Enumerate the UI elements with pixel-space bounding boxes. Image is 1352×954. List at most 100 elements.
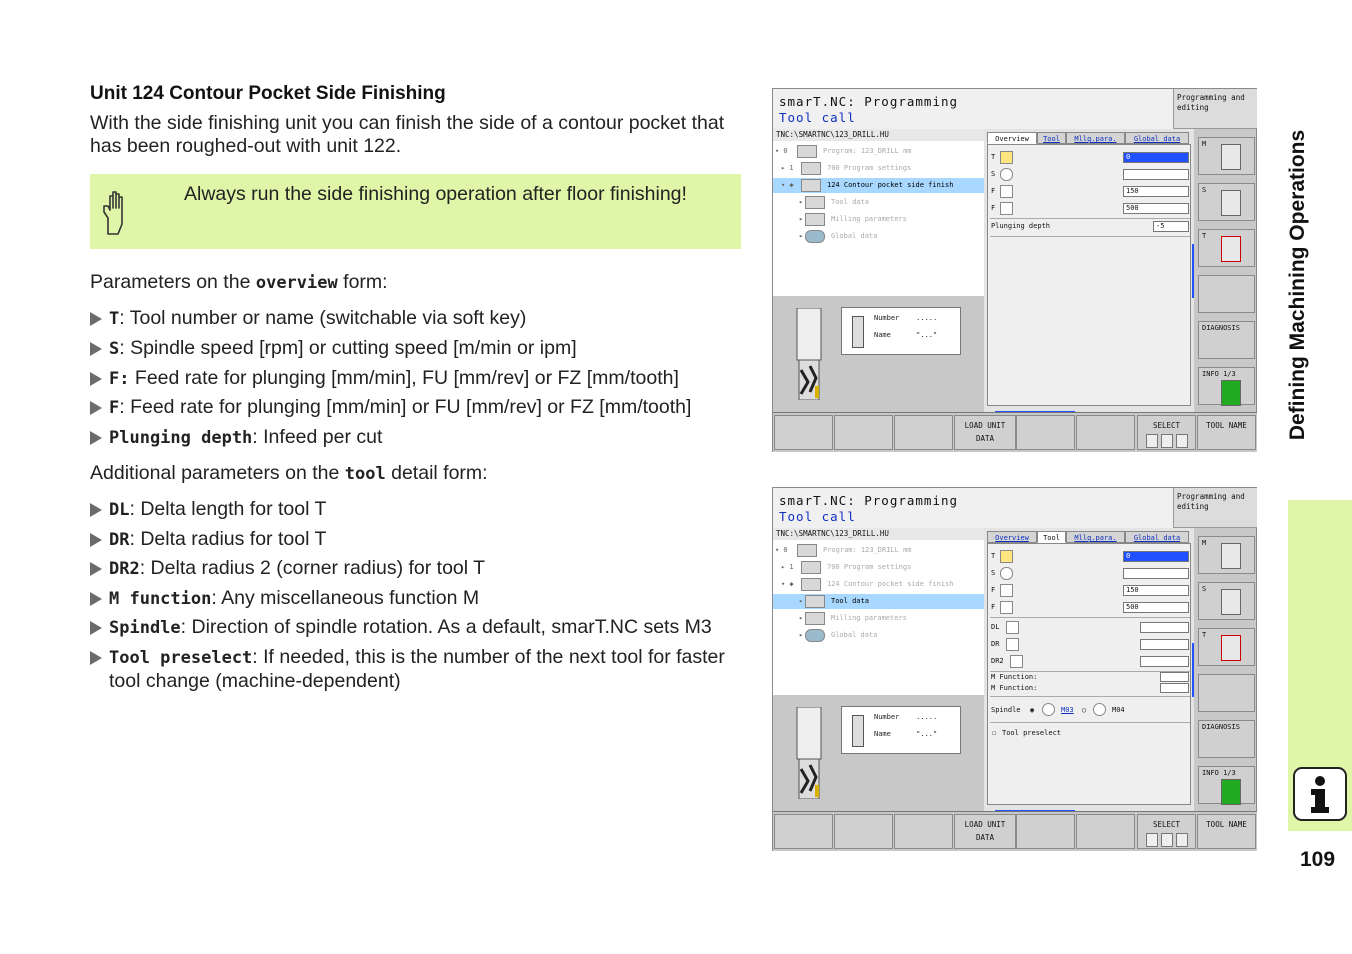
tree-item-selected[interactable]: ▾ ◆ 124 Contour pocket side finish: [773, 178, 984, 193]
tree-item[interactable]: ▸ Global data: [773, 628, 984, 643]
softkey-h6[interactable]: [1076, 814, 1135, 849]
m-function-input-2[interactable]: [1160, 683, 1189, 693]
param-desc: : Direction of spindle rotation. As a de…: [180, 616, 712, 638]
delta-radius-input[interactable]: [1140, 639, 1189, 650]
softkey-m[interactable]: M: [1198, 137, 1255, 175]
tree-item[interactable]: ▸ 1 700 Program settings: [773, 560, 984, 575]
feed-input[interactable]: 500: [1123, 602, 1189, 613]
tool-number-input[interactable]: 0: [1123, 152, 1189, 163]
field-key: DL: [991, 623, 1000, 631]
tree-item[interactable]: ▸ Tool data: [773, 195, 984, 210]
tool-name-button[interactable]: TOOL NAME: [1197, 415, 1256, 450]
softkey-h6[interactable]: [1076, 415, 1135, 450]
m-function-label: M Function:: [991, 684, 1038, 692]
tool-preview: Number ..... Name "...": [773, 296, 984, 412]
softkey-t[interactable]: T: [1198, 229, 1255, 267]
delta-length-input[interactable]: [1140, 622, 1189, 633]
load-unit-data-button[interactable]: LOAD UNIT DATA: [954, 415, 1016, 450]
select-button[interactable]: SELECT: [1137, 415, 1196, 450]
tree-item[interactable]: ▾ 0 Program: 123_DRILL mm: [773, 543, 984, 558]
load-unit-data-button[interactable]: LOAD UNIT DATA: [954, 814, 1016, 849]
select-label: SELECT: [1152, 820, 1181, 829]
field-key: F: [991, 603, 996, 611]
tree-label: 124 Contour pocket side finish: [827, 181, 954, 189]
tree-item[interactable]: ▾ 0 Program: 123_DRILL mm: [773, 144, 984, 159]
softkey-h2[interactable]: [834, 415, 893, 450]
tool-name-button[interactable]: TOOL NAME: [1197, 814, 1256, 849]
tree-item[interactable]: ▸ Milling parameters: [773, 212, 984, 227]
softkey-h3[interactable]: [894, 415, 953, 450]
feed-input[interactable]: 500: [1123, 203, 1189, 214]
number-value: .....: [916, 314, 938, 322]
softkey-info[interactable]: INFO 1/3: [1198, 367, 1255, 406]
tab-overview[interactable]: Overview: [987, 132, 1037, 144]
m-function-input-1[interactable]: [1160, 672, 1189, 682]
field-row-dr2: DR2: [990, 654, 1190, 669]
tab-tool[interactable]: Tool: [1037, 132, 1066, 144]
screenshot-tool: smarT.NC: Programming Tool call Programm…: [772, 487, 1257, 851]
softkey-h5[interactable]: [1016, 415, 1075, 450]
tree-item-selected[interactable]: ▸ Tool data: [773, 594, 984, 609]
tab-tool[interactable]: Tool: [1037, 531, 1066, 543]
softkey-h1[interactable]: [774, 814, 833, 849]
delta-radius2-input[interactable]: [1140, 656, 1189, 667]
bullet-arrow-icon: [90, 651, 102, 665]
page-number: 109: [1300, 848, 1336, 871]
tool-icon: [1000, 550, 1013, 563]
field-row-spindle: Spindle ◉ M03 ○ M04: [990, 701, 1190, 719]
tab-milling-params[interactable]: Mllg.para.: [1066, 531, 1125, 543]
delta-radius-icon: [1006, 638, 1019, 651]
bullet-item: Plunging depth: Infeed per cut: [90, 426, 750, 450]
spindle-label: Spindle: [991, 706, 1021, 714]
softkey-s[interactable]: S: [1198, 582, 1255, 620]
spindle-icon: [1000, 567, 1013, 580]
softkey-info[interactable]: INFO 1/3: [1198, 766, 1255, 805]
softkey-h3[interactable]: [894, 814, 953, 849]
spindle-speed-input[interactable]: [1123, 169, 1189, 180]
screen-header: smarT.NC: Programming Tool call: [773, 488, 1173, 529]
tree-item[interactable]: ▾ ◆ 124 Contour pocket side finish: [773, 577, 984, 592]
select-button[interactable]: SELECT: [1137, 814, 1196, 849]
softkey-s[interactable]: S: [1198, 183, 1255, 221]
tree-item[interactable]: ▸ Milling parameters: [773, 611, 984, 626]
softkey-t[interactable]: T: [1198, 628, 1255, 666]
tree-item[interactable]: ▸ 1 700 Program settings: [773, 161, 984, 176]
softkey-h2[interactable]: [834, 814, 893, 849]
divider: [990, 617, 1190, 618]
info-icon[interactable]: [1293, 767, 1347, 821]
plunge-feed-input[interactable]: 150: [1123, 186, 1189, 197]
field-key: S: [991, 170, 996, 178]
spindle-ccw-icon: [1093, 703, 1106, 716]
softkey-h1[interactable]: [774, 415, 833, 450]
tab-milling-params[interactable]: Mllg.para.: [1066, 132, 1125, 144]
tree-label: 124 Contour pocket side finish: [827, 580, 954, 588]
spindle-radio-m04[interactable]: ○: [1082, 701, 1086, 719]
screen-subtitle: Tool call: [779, 509, 856, 524]
preselect-input[interactable]: [992, 742, 1188, 752]
softkey-diagnosis[interactable]: DIAGNOSIS: [1198, 321, 1255, 359]
softkey-empty[interactable]: [1198, 674, 1255, 712]
field-row-dr: DR: [990, 637, 1190, 652]
spindle-radio-m03[interactable]: ◉: [1030, 701, 1034, 719]
preselect-checkbox[interactable]: ☐: [992, 726, 996, 741]
param-key: Spindle: [109, 618, 181, 638]
overview-prefix: Parameters on the: [90, 271, 256, 293]
field-key: DR2: [991, 657, 1004, 665]
spindle-speed-input[interactable]: [1123, 568, 1189, 579]
softkey-h5[interactable]: [1016, 814, 1075, 849]
tab-overview[interactable]: Overview: [987, 531, 1037, 543]
softkey-empty[interactable]: [1198, 275, 1255, 313]
tree-item[interactable]: ▸ Global data: [773, 229, 984, 244]
softkey-diagnosis[interactable]: DIAGNOSIS: [1198, 720, 1255, 758]
plunging-depth-input[interactable]: -5: [1153, 221, 1189, 232]
softkey-m[interactable]: M: [1198, 536, 1255, 574]
info-glyph-icon: [1311, 776, 1329, 813]
tree-label: Global data: [831, 232, 878, 240]
tab-global-data[interactable]: Global data: [1125, 531, 1189, 543]
tool-number-input[interactable]: 0: [1123, 551, 1189, 562]
screen-title: smarT.NC: Programming: [779, 94, 959, 109]
form-panel: T0 S F 150 F 500 DL DR DR2 M Function: M F…: [987, 543, 1191, 805]
plunge-feed-input[interactable]: 150: [1123, 585, 1189, 596]
param-key: F:: [109, 369, 130, 389]
tab-global-data[interactable]: Global data: [1125, 132, 1189, 144]
